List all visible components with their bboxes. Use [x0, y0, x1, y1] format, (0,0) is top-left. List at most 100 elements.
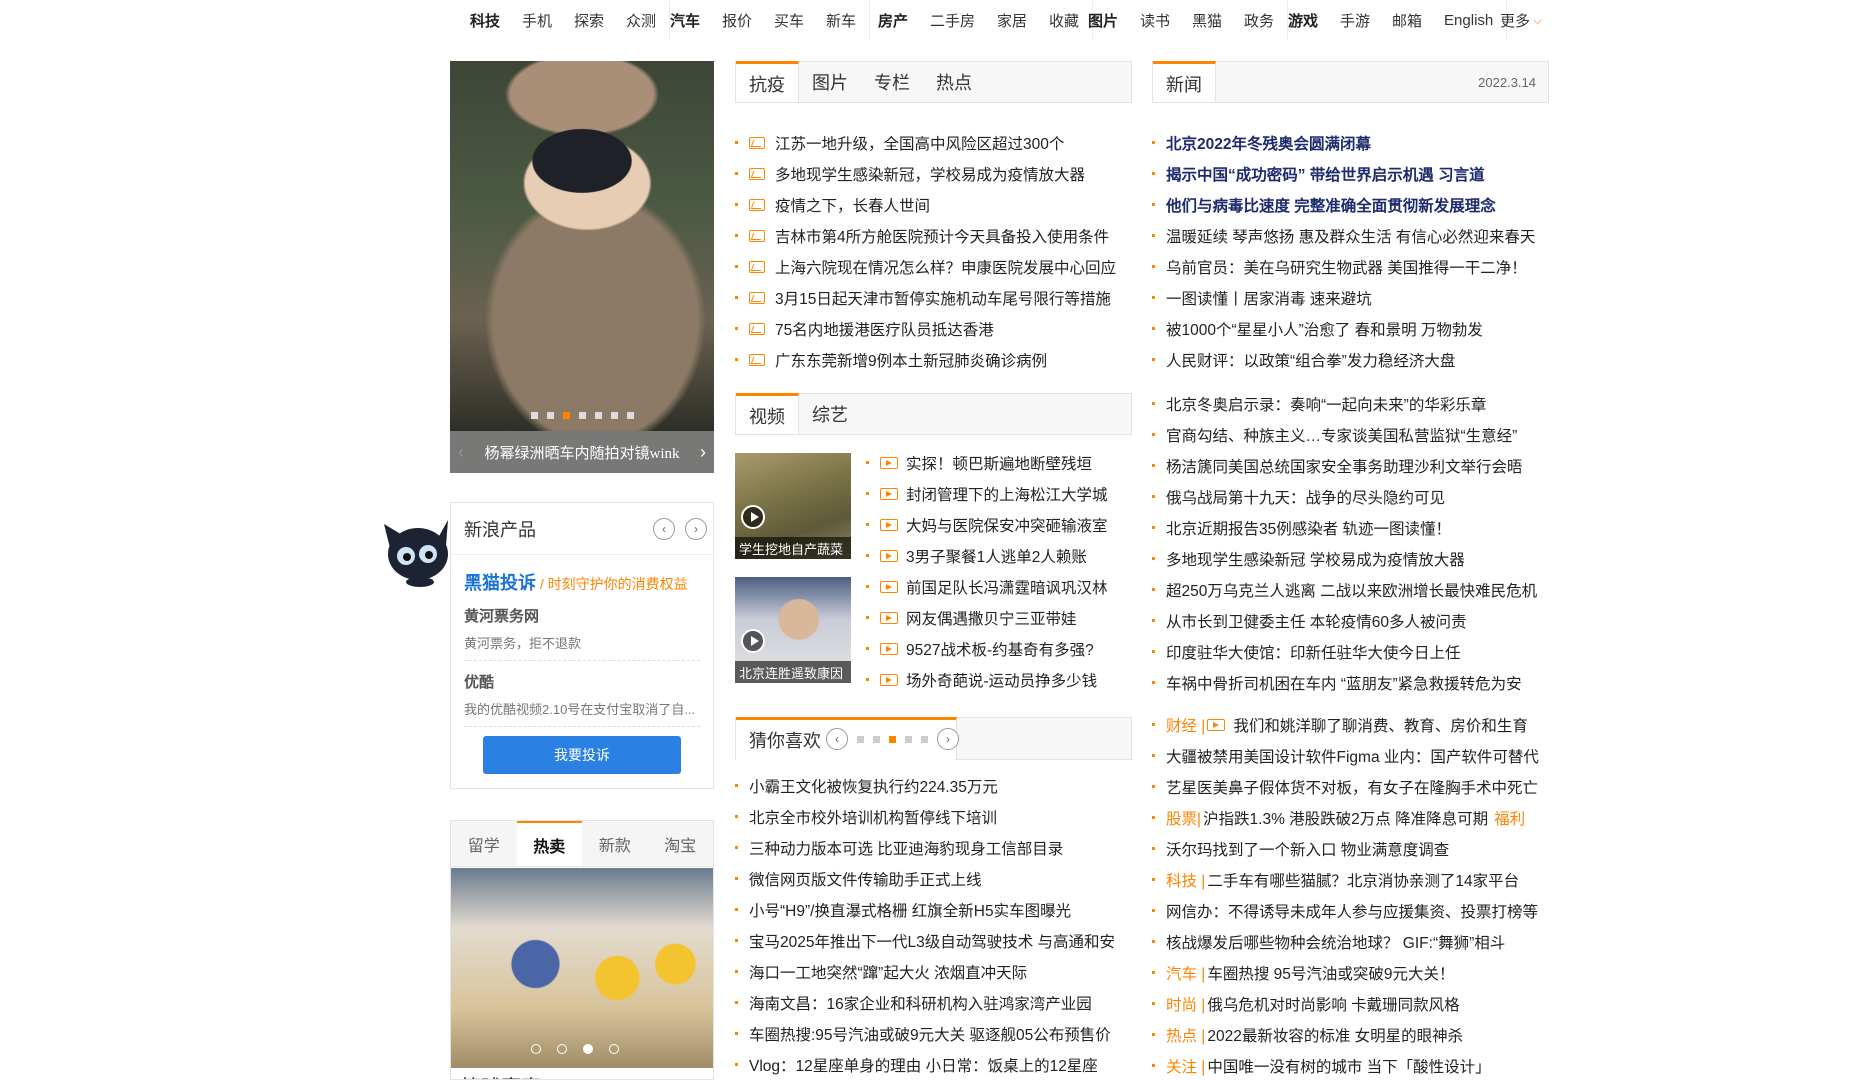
list-item-text[interactable]: 北京近期报告35例感染者 轨迹一图读懂！ [1166, 517, 1451, 539]
slide-dot[interactable] [594, 412, 602, 419]
slide-dot[interactable] [546, 412, 554, 419]
complaint-brand[interactable]: 黑猫投诉 / 时刻守护你的消费权益 [464, 569, 700, 595]
nav-link[interactable]: 邮箱 [1392, 10, 1422, 31]
list-item-text[interactable]: 被1000个“星星小人”治愈了 春和景明 万物勃发 [1166, 318, 1483, 340]
list-item[interactable]: 多地现学生感染新冠 学校易成为疫情放大器 [1152, 543, 1552, 574]
channel-label[interactable]: 关注 | [1166, 1055, 1205, 1077]
list-item[interactable]: 车祸中骨折司机困在车内 “蓝朋友”紧急救援转危为安 [1152, 667, 1552, 698]
slide-dot[interactable] [530, 412, 538, 419]
slide-dot[interactable] [578, 412, 586, 419]
list-item[interactable]: 人民财评：以政策“组合拳”发力稳经济大盘 [1152, 344, 1552, 375]
list-item-text[interactable]: 微信网页版文件传输助手正式上线 [749, 868, 982, 890]
promo-label[interactable]: 福利 [1494, 807, 1525, 829]
product-item[interactable]: 黄河票务网 黄河票务，拒不退款 [464, 595, 700, 661]
list-item-text[interactable]: 宝马2025年推出下一代L3级自动驾驶技术 与高通和安 [749, 930, 1115, 952]
channel-label[interactable]: 热点 | [1166, 1024, 1205, 1046]
nav-link[interactable]: 收藏 [1049, 10, 1079, 31]
shop-tab[interactable]: 热卖 [516, 821, 582, 866]
list-item[interactable]: 他们与病毒比速度 完整准确全面贯彻新发展理念 [1152, 189, 1552, 220]
tab-0[interactable]: 抗疫 [736, 61, 799, 102]
nav-link[interactable]: 买车 [774, 10, 804, 31]
list-item-text[interactable]: 沪指跌1.3% 港股跌破2万点 降准降息可期 [1203, 807, 1488, 829]
nav-more-button[interactable]: 更多 ⌵ [1500, 0, 1542, 40]
channel-label[interactable]: 时尚 | [1166, 993, 1205, 1015]
slideshow-photo[interactable] [450, 61, 714, 431]
list-item-text[interactable]: 网友偶遇撒贝宁三亚带娃 [906, 607, 1077, 629]
video-thumbnail[interactable]: 北京连胜遥致康因 [735, 577, 851, 683]
list-item-text[interactable]: 小霸王文化被恢复执行约224.35万元 [749, 775, 998, 797]
list-item-text[interactable]: 上海六院现在情况怎么样？申康医院发展中心回应 [775, 256, 1116, 278]
list-item-text[interactable]: 北京全市校外培训机构暂停线下培训 [749, 806, 997, 828]
next-arrow-icon[interactable]: › [692, 431, 714, 473]
list-item-text[interactable]: 75名内地援港医疗队员抵达香港 [775, 318, 994, 340]
list-item[interactable]: 俄乌战局第十九天：战争的尽头隐约可见 [1152, 481, 1552, 512]
list-item-text[interactable]: 多地现学生感染新冠，学校易成为疫情放大器 [775, 163, 1085, 185]
list-item[interactable]: 热点 | 2022最新妆容的标准 女明星的眼神杀 [1152, 1019, 1552, 1050]
list-item[interactable]: 3月15日起天津市暂停实施机动车尾号限行等措施 [735, 282, 1135, 313]
list-item-text[interactable]: 艺星医美鼻子假体货不对板，有女子在隆胸手术中死亡 [1166, 776, 1538, 798]
nav-link[interactable]: 家居 [997, 10, 1027, 31]
list-item[interactable]: 艺星医美鼻子假体货不对板，有女子在隆胸手术中死亡 [1152, 771, 1552, 802]
list-item-text[interactable]: 从市长到卫健委主任 本轮疫情60多人被问责 [1166, 610, 1467, 632]
channel-label[interactable]: 股票| [1166, 807, 1201, 829]
list-item-text[interactable]: 3男子聚餐1人逃单2人赖账 [906, 545, 1087, 567]
nav-link[interactable]: English [1444, 12, 1493, 29]
list-item[interactable]: 吉林市第4所方舱医院预计今天具备投入使用条件 [735, 220, 1135, 251]
list-item-text[interactable]: 印度驻华大使馆：印新任驻华大使今日上任 [1166, 641, 1461, 663]
list-item-text[interactable]: 疫情之下，长春人世间 [775, 194, 930, 216]
list-item[interactable]: 广东东莞新增9例本土新冠肺炎确诊病例 [735, 344, 1135, 375]
nav-more-label[interactable]: 更多 [1500, 10, 1530, 31]
list-item[interactable]: 股票| 沪指跌1.3% 港股跌破2万点 降准降息可期 福利 [1152, 802, 1552, 833]
list-item[interactable]: 科技 | 二手车有哪些猫腻？北京消协亲测了14家平台 [1152, 864, 1552, 895]
list-item-text[interactable]: 9527战术板-约基奇有多强? [906, 638, 1094, 660]
list-item-text[interactable]: 车圈热搜 95号汽油或突破9元大关！ [1207, 962, 1454, 984]
list-item-text[interactable]: 前国足队长冯潇霆暗讽巩汉林 [906, 576, 1108, 598]
file-complaint-button[interactable]: 我要投诉 [483, 736, 681, 774]
list-item[interactable]: Vlog：12星座单身的理由 小日常：饭桌上的12星座 [735, 1049, 1135, 1080]
list-item-text[interactable]: 乌前官员：美在乌研究生物武器 美国推得一干二净！ [1166, 256, 1527, 278]
list-item-text[interactable]: 揭示中国“成功密码” 带给世界启示机遇 习言道 [1166, 163, 1485, 185]
slideshow-caption[interactable]: 杨幂绿洲晒车内随拍对镜wink [450, 431, 714, 473]
slide-dot[interactable] [562, 412, 570, 419]
nav-link[interactable]: 新车 [826, 10, 856, 31]
list-item[interactable]: 宝马2025年推出下一代L3级自动驾驶技术 与高通和安 [735, 925, 1135, 956]
list-item[interactable]: 网友偶遇撒贝宁三亚带娃 [866, 602, 1136, 633]
list-item-text[interactable]: 北京冬奥启示录：奏响“一起向未来”的华彩乐章 [1166, 393, 1486, 415]
banner-dot[interactable] [609, 1044, 619, 1054]
list-item[interactable]: 关注 | 中国唯一没有树的城市 当下「酸性设计」 [1152, 1050, 1552, 1080]
list-item-text[interactable]: 杨洁篪同美国总统国家安全事务助理沙利文举行会晤 [1166, 455, 1523, 477]
tab-0[interactable]: 视频 [736, 393, 799, 434]
nav-link[interactable]: 房产 [878, 10, 908, 31]
list-item[interactable]: 财经 | 我们和姚洋聊了聊消费、教育、房价和生育 [1152, 709, 1552, 740]
banner-dot[interactable] [531, 1044, 541, 1054]
list-item[interactable]: 前国足队长冯潇霆暗讽巩汉林 [866, 571, 1136, 602]
list-item[interactable]: 海口一工地突然“蹿”起大火 浓烟直冲天际 [735, 956, 1135, 987]
pager-dot[interactable] [905, 735, 912, 743]
list-item-text[interactable]: Vlog：12星座单身的理由 小日常：饭桌上的12星座 [749, 1054, 1098, 1076]
list-item[interactable]: 汽车 | 车圈热搜 95号汽油或突破9元大关！ [1152, 957, 1552, 988]
list-item-text[interactable]: 海口一工地突然“蹿”起大火 浓烟直冲天际 [749, 961, 1027, 983]
list-item[interactable]: 网信办：不得诱导未成年人参与应援集资、投票打榜等 [1152, 895, 1552, 926]
chevron-right-icon[interactable]: › [937, 728, 959, 750]
nav-link[interactable]: 科技 [470, 10, 500, 31]
nav-link[interactable]: 黑猫 [1192, 10, 1222, 31]
list-item[interactable]: 北京近期报告35例感染者 轨迹一图读懂！ [1152, 512, 1552, 543]
list-item[interactable]: 沃尔玛找到了一个新入口 物业满意度调查 [1152, 833, 1552, 864]
nav-link[interactable]: 政务 [1244, 10, 1274, 31]
list-item-text[interactable]: 他们与病毒比速度 完整准确全面贯彻新发展理念 [1166, 194, 1496, 216]
tab-2[interactable]: 专栏 [861, 62, 923, 102]
chevron-right-icon[interactable]: › [685, 518, 707, 540]
product-item-title[interactable]: 黄河票务网 [464, 605, 700, 626]
nav-link[interactable]: 手机 [522, 10, 552, 31]
banner-dot[interactable] [583, 1044, 593, 1054]
list-item[interactable]: 从市长到卫健委主任 本轮疫情60多人被问责 [1152, 605, 1552, 636]
nav-link[interactable]: 游戏 [1288, 10, 1318, 31]
shop-tab[interactable]: 淘宝 [648, 821, 714, 866]
pager-dot[interactable] [889, 735, 896, 743]
list-item-text[interactable]: 超250万乌克兰人逃离 二战以来欧洲增长最快难民危机 [1166, 579, 1537, 601]
list-item-text[interactable]: 多地现学生感染新冠 学校易成为疫情放大器 [1166, 548, 1465, 570]
list-item[interactable]: 大疆被禁用美国设计软件Figma 业内：国产软件可替代 [1152, 740, 1552, 771]
list-item-text[interactable]: 人民财评：以政策“组合拳”发力稳经济大盘 [1166, 349, 1455, 371]
list-item[interactable]: 场外奇葩说-运动员挣多少钱 [866, 664, 1136, 695]
list-item[interactable]: 印度驻华大使馆：印新任驻华大使今日上任 [1152, 636, 1552, 667]
